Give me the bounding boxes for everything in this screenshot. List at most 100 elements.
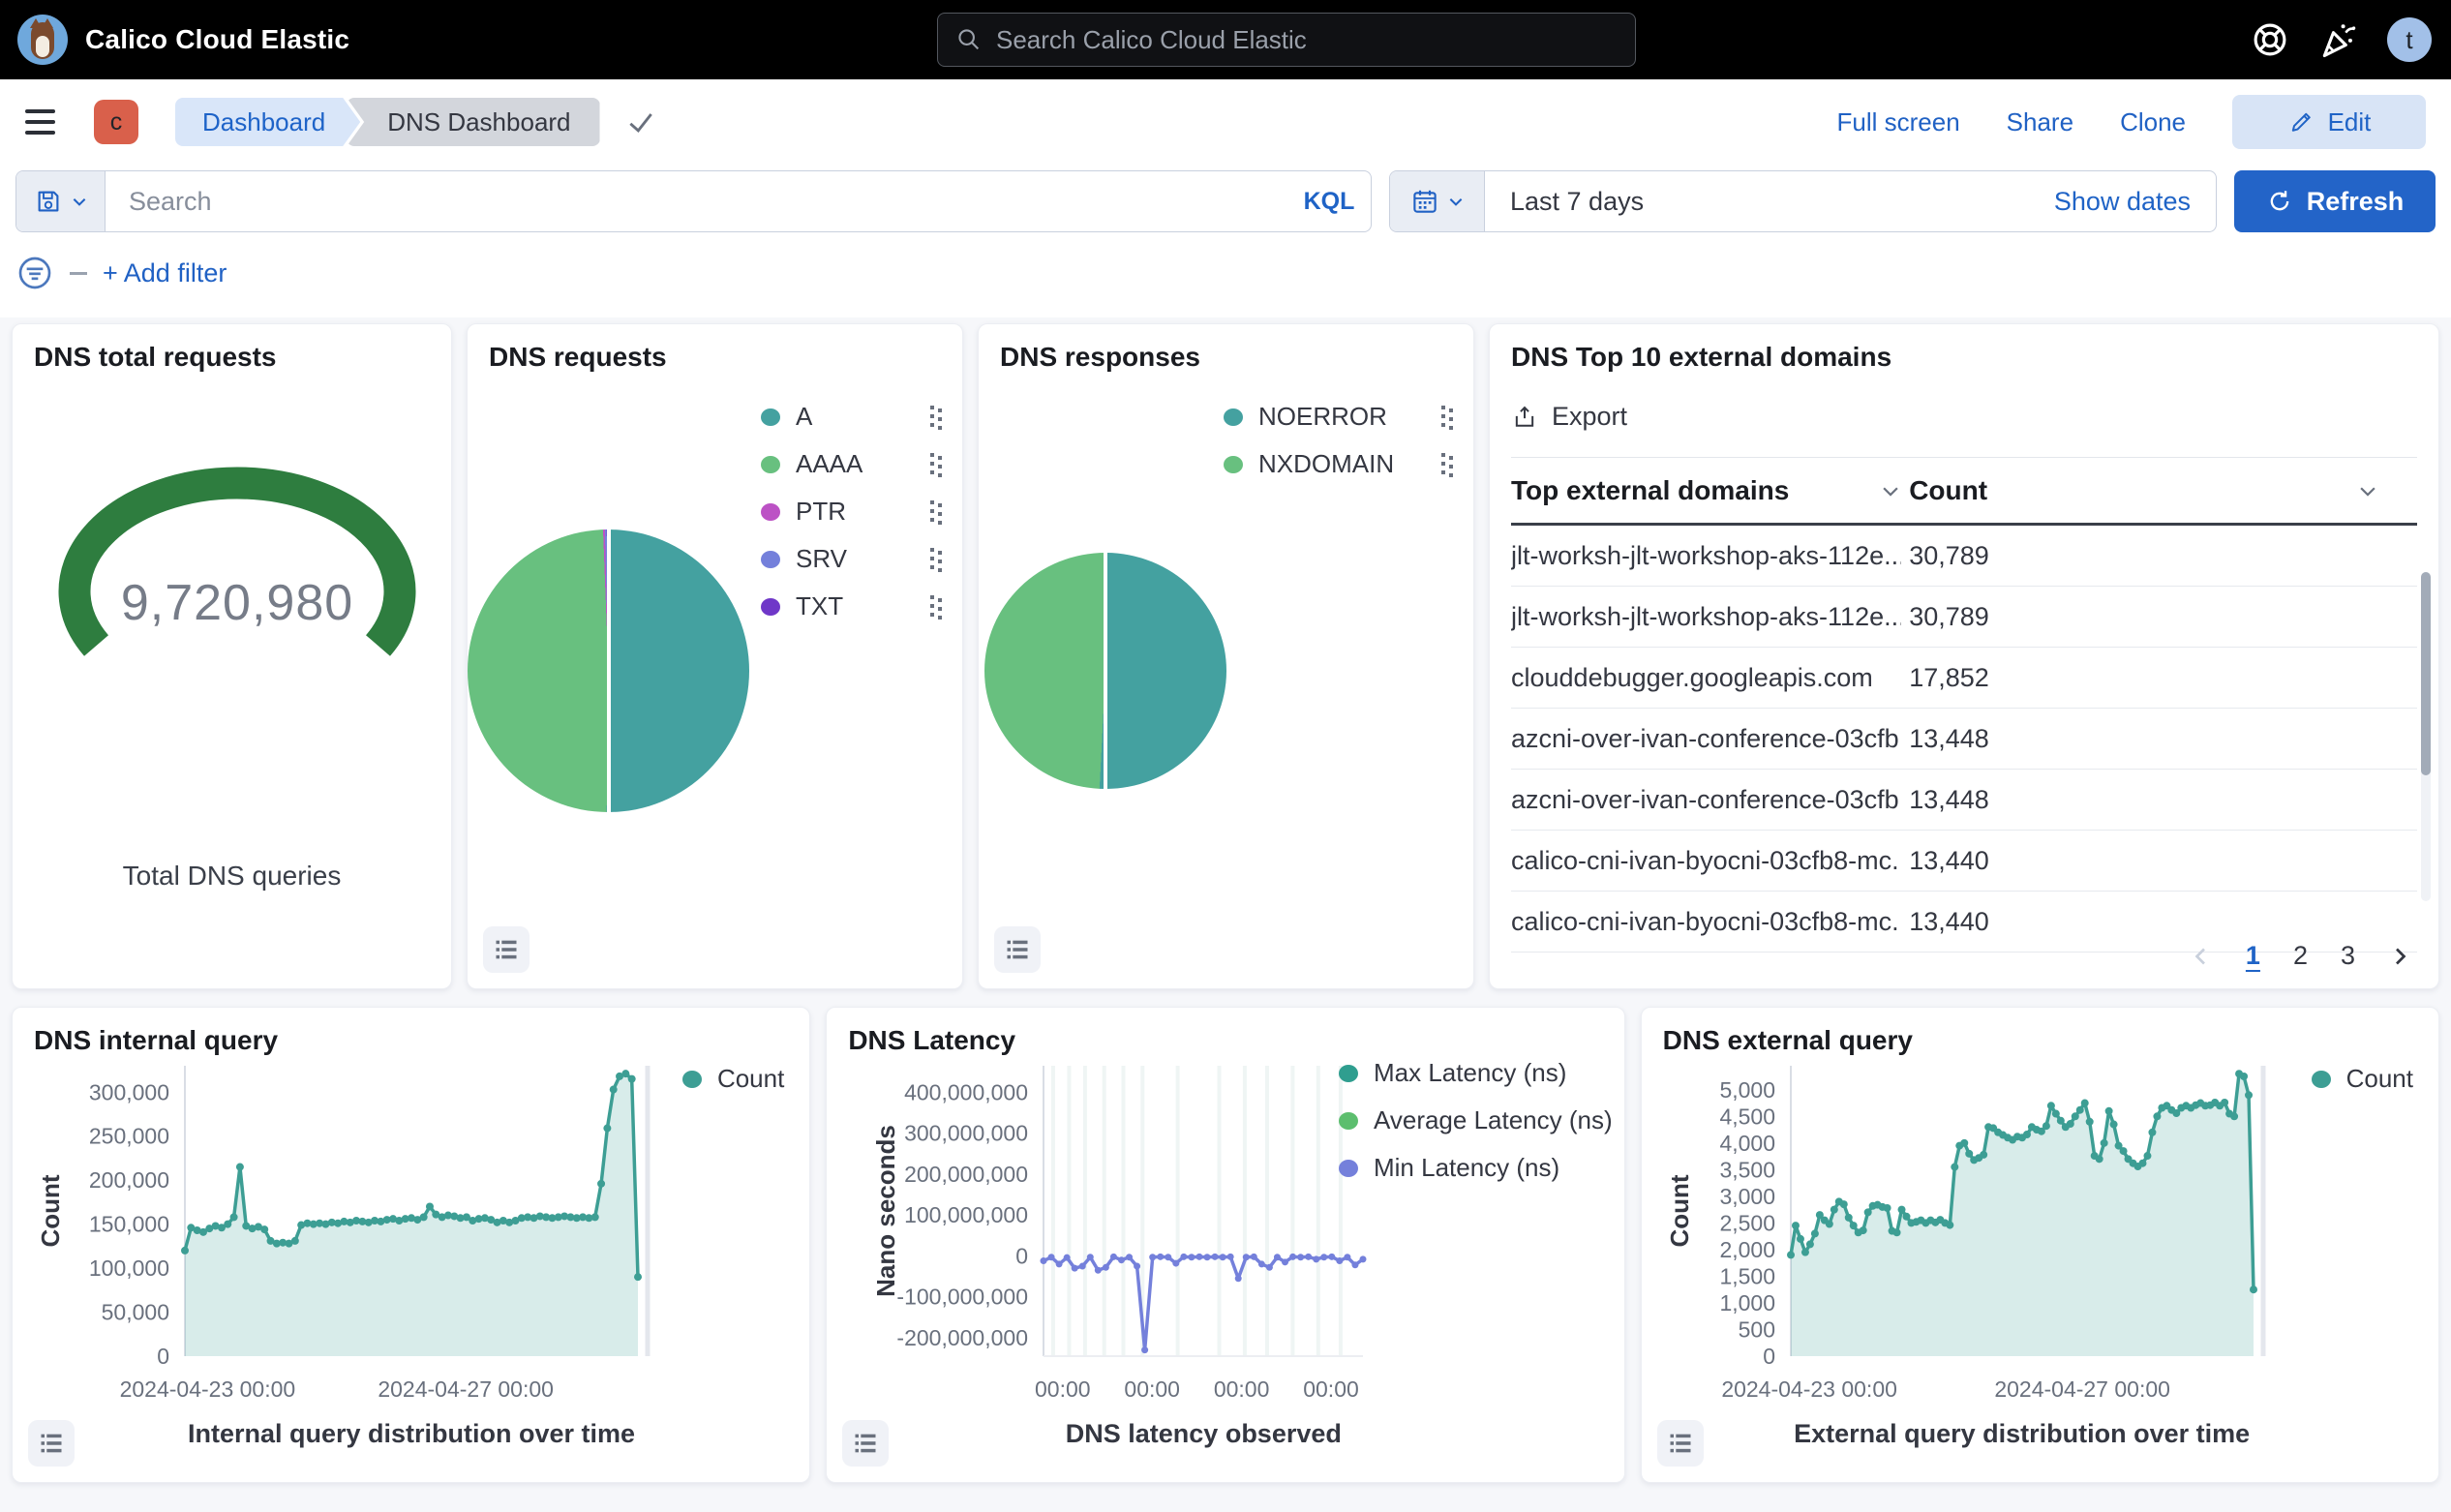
svg-text:2024-04-23 00:00: 2024-04-23 00:00: [120, 1376, 296, 1402]
svg-text:400,000,000: 400,000,000: [904, 1079, 1028, 1104]
legend-item[interactable]: TXT: [761, 591, 945, 621]
add-filter-button[interactable]: + Add filter: [103, 258, 227, 288]
domain-cell: clouddebugger.googleapis.com: [1511, 663, 1901, 693]
legend-actions-icon[interactable]: [929, 594, 945, 620]
refresh-button[interactable]: Refresh: [2234, 170, 2436, 232]
svg-text:Count: Count: [1665, 1174, 1694, 1247]
svg-text:2,500: 2,500: [1719, 1210, 1775, 1235]
legend-item[interactable]: A: [761, 402, 945, 432]
filter-icon[interactable]: [15, 254, 54, 292]
legend-actions-icon[interactable]: [929, 452, 945, 477]
full-screen-link[interactable]: Full screen: [1837, 107, 1960, 137]
legend: Count: [2312, 1064, 2413, 1094]
top-app-bar: Calico Cloud Elastic t: [0, 0, 2451, 79]
clone-link[interactable]: Clone: [2120, 107, 2186, 137]
export-label: Export: [1552, 402, 1627, 432]
column-header-domains[interactable]: Top external domains: [1511, 475, 1789, 506]
legend-dot-icon: [761, 456, 780, 473]
legend-toggle-button[interactable]: [842, 1420, 889, 1467]
pie-zone: [468, 431, 749, 911]
legend-dot-icon: [1339, 1112, 1358, 1130]
domain-cell: calico-cni-ivan-byocni-03cfb8-mc...: [1511, 846, 1901, 876]
dashboard-grid: DNS total requests 9,720,980 Total DNS q…: [0, 318, 2451, 1483]
legend-actions-icon[interactable]: [929, 499, 945, 525]
space-initial: c: [110, 108, 123, 136]
table-body: jlt-worksh-jlt-workshop-aks-112e...30,78…: [1511, 526, 2417, 953]
space-tile[interactable]: c: [94, 100, 138, 144]
dns-responses-pie-chart[interactable]: [984, 553, 1226, 789]
legend-actions-icon[interactable]: [929, 547, 945, 572]
external-query-chart[interactable]: 5,0004,5004,0003,5003,0002,5002,0001,500…: [1648, 1052, 2432, 1420]
count-cell: 13,440: [1901, 907, 2378, 937]
list-icon: [1667, 1430, 1694, 1457]
table-row[interactable]: jlt-worksh-jlt-workshop-aks-112e...30,78…: [1511, 587, 2417, 648]
dns-requests-pie-chart[interactable]: [468, 529, 749, 812]
legend-label: Max Latency (ns): [1374, 1058, 1613, 1088]
legend-item[interactable]: NXDOMAIN: [1224, 449, 1456, 479]
column-header-count[interactable]: Count: [1909, 475, 1987, 506]
legend-dot-icon: [761, 598, 780, 616]
svg-text:Count: Count: [36, 1174, 65, 1247]
legend-actions-icon[interactable]: [929, 405, 945, 430]
chevron-down-icon[interactable]: [2357, 480, 2378, 501]
edit-button[interactable]: Edit: [2232, 95, 2426, 149]
legend-item[interactable]: Count: [682, 1064, 784, 1094]
legend-item[interactable]: Max Latency (ns): [1339, 1058, 1613, 1088]
pagination-next-icon[interactable]: [2388, 945, 2411, 968]
scrollbar-thumb[interactable]: [2421, 572, 2431, 775]
svg-text:00:00: 00:00: [1214, 1376, 1270, 1402]
table-row[interactable]: clouddebugger.googleapis.com17,852: [1511, 648, 2417, 709]
show-dates-link[interactable]: Show dates: [2054, 171, 2216, 231]
table-row[interactable]: jlt-worksh-jlt-workshop-aks-112e...30,78…: [1511, 526, 2417, 587]
legend-toggle-button[interactable]: [483, 926, 530, 973]
table-row[interactable]: calico-cni-ivan-byocni-03cfb8-mc...13,44…: [1511, 831, 2417, 892]
breadcrumb-dns-dashboard[interactable]: DNS Dashboard: [347, 98, 599, 146]
legend-item[interactable]: Min Latency (ns): [1339, 1153, 1613, 1183]
pie-slice-divider: [1104, 553, 1107, 789]
table-row[interactable]: azcni-over-ivan-conference-03cfb...13,44…: [1511, 709, 2417, 770]
share-link[interactable]: Share: [2007, 107, 2073, 137]
time-range-value[interactable]: Last 7 days: [1485, 171, 2054, 231]
legend-item[interactable]: NOERROR: [1224, 402, 1456, 432]
legend-toggle-button[interactable]: [28, 1420, 75, 1467]
legend-item[interactable]: Count: [2312, 1064, 2413, 1094]
legend-item[interactable]: SRV: [761, 544, 945, 574]
global-search-input[interactable]: [996, 25, 1618, 55]
date-quick-menu-button[interactable]: [1390, 171, 1485, 231]
saved-query-menu-button[interactable]: [16, 171, 106, 231]
kql-syntax-button[interactable]: KQL: [1287, 171, 1371, 231]
page-3[interactable]: 3: [2341, 941, 2355, 971]
help-life-ring-icon[interactable]: [2250, 19, 2290, 60]
legend-item[interactable]: AAAA: [761, 449, 945, 479]
legend-actions-icon[interactable]: [1440, 405, 1456, 430]
chevron-down-icon[interactable]: [1880, 480, 1901, 501]
menu-hamburger-icon[interactable]: [25, 109, 55, 135]
gauge-chart[interactable]: 9,720,980: [34, 408, 440, 698]
kql-search-control: KQL: [15, 170, 1372, 232]
query-search-input[interactable]: [106, 171, 1287, 231]
svg-text:-200,000,000: -200,000,000: [897, 1325, 1029, 1350]
user-avatar[interactable]: t: [2387, 17, 2432, 62]
legend-toggle-button[interactable]: [994, 926, 1041, 973]
pie-slice-divider: [607, 529, 611, 812]
table-row[interactable]: azcni-over-ivan-conference-03cfb...13,44…: [1511, 770, 2417, 831]
internal-query-chart[interactable]: 300,000250,000200,000150,000100,00050,00…: [18, 1052, 802, 1420]
export-button[interactable]: Export: [1511, 402, 1627, 432]
legend-dot-icon: [1339, 1065, 1358, 1082]
count-cell: 13,448: [1901, 724, 2378, 754]
list-icon: [852, 1430, 879, 1457]
global-search[interactable]: [937, 13, 1636, 67]
pie-zone: [979, 431, 1231, 911]
legend-item[interactable]: PTR: [761, 497, 945, 527]
page-1[interactable]: 1: [2246, 941, 2260, 971]
page-2[interactable]: 2: [2293, 941, 2308, 971]
app-logo[interactable]: [17, 15, 68, 65]
axis-title: Internal query distribution over time: [111, 1419, 711, 1449]
legend-item[interactable]: Average Latency (ns): [1339, 1105, 1613, 1135]
legend-toggle-button[interactable]: [1657, 1420, 1704, 1467]
legend-actions-icon[interactable]: [1440, 452, 1456, 477]
legend: AAAAAPTRSRVTXT: [761, 402, 945, 621]
breadcrumb-dashboard[interactable]: Dashboard: [175, 98, 360, 146]
whats-new-party-popper-icon[interactable]: [2317, 18, 2360, 61]
pagination-prev-icon[interactable]: [2190, 945, 2213, 968]
